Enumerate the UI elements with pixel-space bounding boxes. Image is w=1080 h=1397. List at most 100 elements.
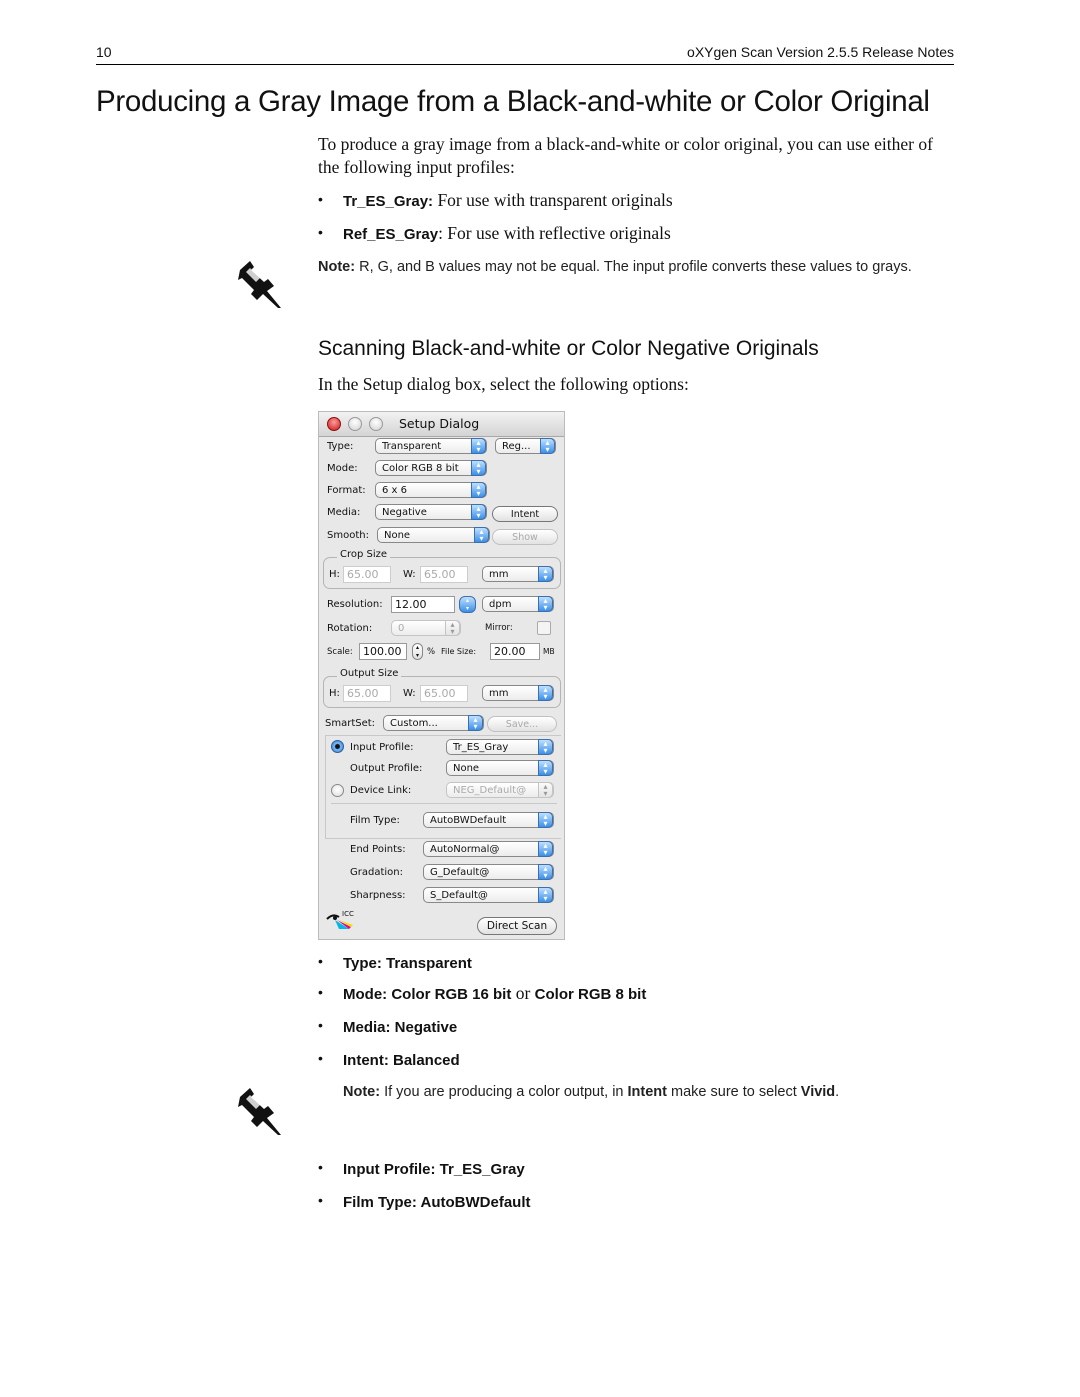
bullet-icon: • [318,1050,323,1066]
bullet-item: • Tr_ES_Gray: For use with transparent or… [318,190,673,210]
crop-width-field[interactable]: 65.00 [420,566,468,583]
resolution-field[interactable]: 12.00 [391,596,455,613]
output-width-field[interactable]: 65.00 [420,685,468,702]
divider [325,838,561,839]
output-unit-select[interactable]: mm ▴ ▾ [482,685,554,701]
format-label: Format: [327,485,366,496]
media-label: Media: [327,507,361,518]
stepper-arrows-icon: ▴ ▾ [538,812,553,828]
output-profile-select[interactable]: None ▴ ▾ [446,760,554,776]
film-type-label: Film Type: [350,815,400,826]
bullet-icon: • [318,984,323,1000]
subsection-heading: Scanning Black-and-white or Color Negati… [318,337,819,360]
bullet-item: • Mode: Color RGB 16 bit or Color RGB 8 b… [318,983,647,1003]
output-height-field[interactable]: 65.00 [343,685,391,702]
mode-label: Mode: [327,463,358,474]
direct-scan-button[interactable]: Direct Scan [477,917,557,935]
stepper-arrows-icon: ▴ ▾ [538,596,553,612]
output-profile-label: Output Profile: [350,763,423,774]
film-type-select[interactable]: AutoBWDefault ▴ ▾ [423,812,554,828]
sharpness-select[interactable]: S_Default@ ▴ ▾ [423,887,554,903]
rotation-select[interactable]: 0 ▴ ▾ [391,620,461,636]
file-size-label: File Size: [441,647,477,656]
scale-stepper[interactable]: ▴ ▾ [412,643,423,660]
stepper-arrows-icon: ▴ ▾ [540,438,555,454]
bullet-icon: • [318,224,323,240]
bullet-icon: • [318,1159,323,1175]
end-points-select[interactable]: AutoNormal@ ▴ ▾ [423,841,554,857]
gradation-select[interactable]: G_Default@ ▴ ▾ [423,864,554,880]
minimize-button[interactable] [348,417,362,431]
save-smartset-button[interactable]: Save... [487,716,557,732]
crop-height-field[interactable]: 65.00 [343,566,391,583]
dialog-title: Setup Dialog [399,416,480,431]
stepper-arrows-icon: ▴ ▾ [538,864,553,880]
svg-text:ICC: ICC [342,910,354,918]
stepper-arrows-icon: ▴ ▾ [471,504,486,520]
device-link-radio[interactable] [331,784,344,797]
show-button[interactable]: Show [492,529,558,545]
mirror-checkbox[interactable] [537,621,551,635]
stepper-arrows-icon: ▴ ▾ [445,620,460,636]
device-link-select[interactable]: NEG_Default@ ▴ ▾ [446,782,554,798]
bullet-icon: • [318,1192,323,1208]
bullet-icon: • [318,1017,323,1033]
setup-dialog: Setup Dialog Type: Transparent ▴ ▾ Reg... ▴… [318,411,565,940]
input-profile-label: Input Profile: [350,742,414,753]
divider [325,735,561,736]
type-label: Type: [327,441,354,452]
input-profile-select[interactable]: Tr_ES_Gray ▴ ▾ [446,739,554,755]
format-select[interactable]: 6 x 6 ▴ ▾ [375,482,487,498]
mode-select[interactable]: Color RGB 8 bit ▴ ▾ [375,460,487,476]
rotation-label: Rotation: [327,623,373,634]
sharpness-label: Sharpness: [350,890,406,901]
media-select[interactable]: Negative ▴ ▾ [375,504,487,520]
running-header: 10 oXYgen Scan Version 2.5.5 Release Not… [96,44,954,65]
intent-button[interactable]: Intent [492,506,558,522]
bullet-item: • Media: Negative [318,1017,458,1036]
bullet-item: • Intent: Balanced [318,1050,460,1069]
output-size-title: Output Size [337,668,402,679]
smartset-select[interactable]: Custom... ▴ ▾ [383,715,484,731]
resolution-stepper[interactable]: ▴ ▾ [459,596,476,613]
zoom-button[interactable] [369,417,383,431]
crop-unit-select[interactable]: mm ▴ ▾ [482,566,554,582]
crop-w-label: W: [403,569,416,580]
divider [325,735,326,838]
note: Note: If you are producing a color outpu… [343,1084,840,1100]
instruction-paragraph: In the Setup dialog box, select the foll… [318,374,689,394]
gradation-label: Gradation: [350,867,403,878]
type-select[interactable]: Transparent ▴ ▾ [375,438,487,454]
file-size-field[interactable]: 20.00 [490,643,540,660]
scale-field[interactable]: 100.00 [359,643,407,660]
resolution-label: Resolution: [327,599,383,610]
percent-label: % [427,647,436,657]
stepper-arrows-icon: ▴ ▾ [471,460,486,476]
resolution-unit-select[interactable]: dpm ▴ ▾ [482,596,554,612]
bullet-icon: • [318,953,323,969]
bullet-item: • Input Profile: Tr_ES_Gray [318,1159,525,1178]
dialog-titlebar[interactable]: Setup Dialog [319,412,564,437]
stepper-arrows-icon: ▴ ▾ [538,685,553,701]
bullet-icon: • [318,191,323,207]
stepper-arrows-icon: ▴ ▾ [538,739,553,755]
stepper-arrows-icon: ▴ ▾ [538,841,553,857]
divider [331,803,557,804]
smooth-select[interactable]: None ▴ ▾ [377,527,490,543]
mirror-label: Mirror: [485,623,513,633]
section-heading: Producing a Gray Image from a Black-and-… [96,85,930,118]
page-number: 10 [96,44,112,60]
stepper-arrows-icon: ▴ ▾ [468,715,483,731]
input-profile-radio[interactable] [331,740,344,753]
bullet-item: • Film Type: AutoBWDefault [318,1192,531,1211]
stepper-arrows-icon: ▴ ▾ [538,887,553,903]
crop-size-title: Crop Size [337,549,391,560]
smooth-label: Smooth: [327,530,369,541]
stepper-arrows-icon: ▴ ▾ [538,566,553,582]
type-extra-select[interactable]: Reg... ▴ ▾ [495,438,556,454]
close-button[interactable] [327,417,341,431]
file-size-unit: MB [543,647,555,656]
pushpin-icon [238,1088,281,1135]
smartset-label: SmartSet: [325,718,376,729]
stepper-arrows-icon: ▴ ▾ [474,527,489,543]
